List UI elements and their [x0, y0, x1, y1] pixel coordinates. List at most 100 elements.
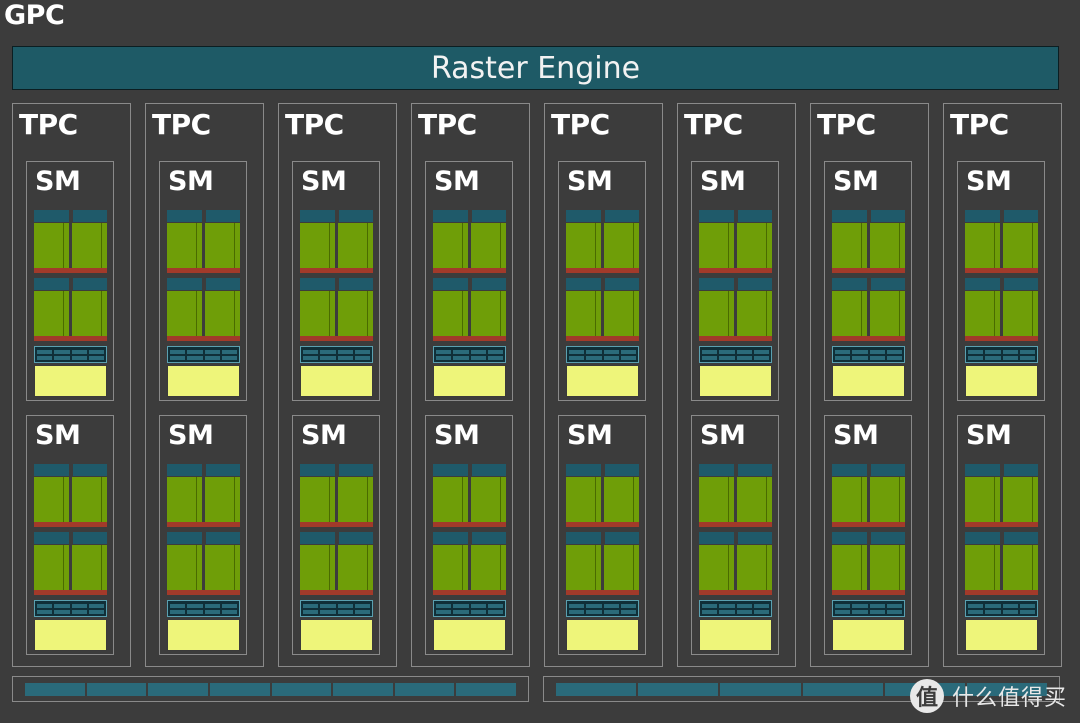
- cuda-core-block: [34, 210, 107, 273]
- sm-block: SM: [691, 415, 779, 655]
- cuda-core-block: [699, 278, 772, 341]
- cuda-core-block: [965, 532, 1038, 595]
- cuda-core-block: [433, 278, 506, 341]
- texture-unit-bar: [699, 600, 772, 617]
- tpc-block: TPC SM SM: [411, 103, 530, 667]
- cuda-core-block: [832, 532, 905, 595]
- cuda-core-block: [34, 464, 107, 527]
- texture-unit-bar: [300, 346, 373, 363]
- l1-cache-block: [34, 619, 107, 651]
- texture-unit-bar: [167, 600, 240, 617]
- l1-cache-block: [965, 619, 1038, 651]
- l1-cache-block: [433, 365, 506, 397]
- cuda-core-block: [433, 210, 506, 273]
- sm-label: SM: [966, 166, 1012, 197]
- texture-unit-bar: [167, 346, 240, 363]
- cuda-core-block: [566, 464, 639, 527]
- cuda-core-block: [965, 210, 1038, 273]
- cuda-core-block: [832, 278, 905, 341]
- texture-unit-bar: [832, 346, 905, 363]
- cuda-core-block: [167, 210, 240, 273]
- raster-engine-label: Raster Engine: [430, 50, 641, 86]
- sm-block: SM: [558, 415, 646, 655]
- sm-label: SM: [567, 420, 613, 451]
- l1-cache-block: [699, 365, 772, 397]
- cuda-core-block: [433, 532, 506, 595]
- sm-block: SM: [957, 161, 1045, 401]
- texture-unit-bar: [965, 346, 1038, 363]
- l1-cache-block: [167, 619, 240, 651]
- cuda-core-block: [566, 532, 639, 595]
- cuda-core-block: [699, 464, 772, 527]
- cuda-core-block: [566, 210, 639, 273]
- l1-cache-block: [566, 619, 639, 651]
- raster-engine: Raster Engine: [12, 46, 1059, 90]
- tpc-label: TPC: [950, 108, 1009, 141]
- cuda-core-block: [167, 464, 240, 527]
- texture-unit-bar: [965, 600, 1038, 617]
- sm-label: SM: [700, 166, 746, 197]
- tpc-label: TPC: [817, 108, 876, 141]
- cuda-core-block: [699, 532, 772, 595]
- tpc-label: TPC: [551, 108, 610, 141]
- watermark: 值 什么值得买: [910, 676, 1075, 716]
- cuda-core-block: [965, 278, 1038, 341]
- cuda-core-block: [832, 464, 905, 527]
- sm-label: SM: [434, 420, 480, 451]
- l1-cache-block: [34, 365, 107, 397]
- cuda-core-block: [167, 532, 240, 595]
- watermark-text: 什么值得买: [952, 686, 1068, 711]
- texture-unit-bar: [566, 346, 639, 363]
- l1-cache-block: [566, 365, 639, 397]
- cuda-core-block: [300, 532, 373, 595]
- l1-cache-block: [965, 365, 1038, 397]
- l1-cache-block: [433, 619, 506, 651]
- sm-label: SM: [301, 166, 347, 197]
- watermark-logo-icon: 值: [910, 679, 944, 713]
- cuda-core-block: [34, 278, 107, 341]
- sm-label: SM: [833, 420, 879, 451]
- sm-block: SM: [159, 415, 247, 655]
- sm-label: SM: [434, 166, 480, 197]
- tpc-block: TPC SM SM: [810, 103, 929, 667]
- texture-unit-bar: [34, 600, 107, 617]
- l1-cache-block: [167, 365, 240, 397]
- l1-cache-block: [699, 619, 772, 651]
- tpc-label: TPC: [285, 108, 344, 141]
- sm-label: SM: [35, 166, 81, 197]
- sm-block: SM: [824, 415, 912, 655]
- sm-block: SM: [26, 415, 114, 655]
- texture-unit-bar: [300, 600, 373, 617]
- texture-unit-bar: [433, 600, 506, 617]
- tpc-label: TPC: [19, 108, 78, 141]
- sm-label: SM: [966, 420, 1012, 451]
- shared-bus-left: [12, 676, 529, 702]
- tpc-block: TPC SM SM: [145, 103, 264, 667]
- l1-cache-block: [300, 365, 373, 397]
- sm-block: SM: [558, 161, 646, 401]
- texture-unit-bar: [34, 346, 107, 363]
- tpc-block: TPC SM SM: [278, 103, 397, 667]
- cuda-core-block: [34, 532, 107, 595]
- sm-label: SM: [168, 420, 214, 451]
- tpc-label: TPC: [418, 108, 477, 141]
- sm-label: SM: [301, 420, 347, 451]
- sm-block: SM: [425, 415, 513, 655]
- texture-unit-bar: [566, 600, 639, 617]
- cuda-core-block: [566, 278, 639, 341]
- sm-block: SM: [26, 161, 114, 401]
- sm-block: SM: [957, 415, 1045, 655]
- cuda-core-block: [300, 278, 373, 341]
- sm-label: SM: [833, 166, 879, 197]
- tpc-block: TPC SM SM: [943, 103, 1062, 667]
- tpc-block: TPC SM SM: [12, 103, 131, 667]
- cuda-core-block: [167, 278, 240, 341]
- tpc-label: TPC: [684, 108, 743, 141]
- sm-block: SM: [292, 415, 380, 655]
- cuda-core-block: [300, 464, 373, 527]
- tpc-block: TPC SM SM: [677, 103, 796, 667]
- sm-label: SM: [35, 420, 81, 451]
- cuda-core-block: [300, 210, 373, 273]
- sm-label: SM: [168, 166, 214, 197]
- l1-cache-block: [832, 619, 905, 651]
